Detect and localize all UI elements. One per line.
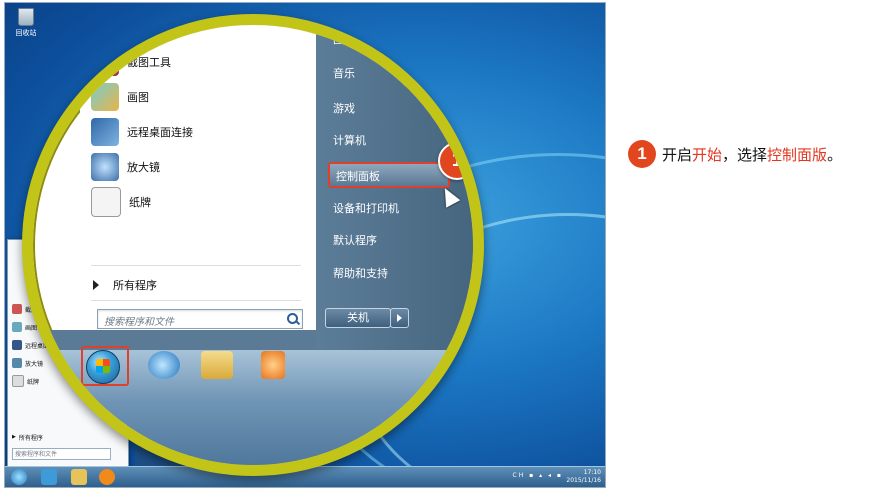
clock-date: 2015/11/16 <box>566 477 601 484</box>
remote-desktop-icon <box>91 118 119 146</box>
all-programs[interactable]: 所有程序 <box>93 277 157 293</box>
paint-icon <box>12 322 22 332</box>
ie-icon[interactable] <box>41 469 57 485</box>
instruction-part: ，选择 <box>722 145 768 164</box>
places-item-pictures[interactable]: 图片 <box>333 31 355 47</box>
arrow-right-icon <box>93 280 99 290</box>
solitaire-icon <box>12 375 24 387</box>
explorer-icon[interactable] <box>71 469 87 485</box>
places-item-games[interactable]: 游戏 <box>333 100 355 116</box>
menu-item-magnifier[interactable]: 放大镜 <box>91 152 160 182</box>
tray-icons[interactable]: CH ▪ ▴ ◂ ▪ <box>513 472 564 479</box>
all-programs-label: 所有程序 <box>113 279 157 292</box>
menu-item-label: 画图 <box>127 91 149 104</box>
places-item-control-panel[interactable]: 控制面板 <box>328 162 450 188</box>
instruction-text: 开启开始，选择控制面版。 <box>662 144 842 165</box>
places-item-default-programs[interactable]: 默认程序 <box>333 232 377 248</box>
clock-time: 17:10 <box>583 469 601 476</box>
magnifier-icon <box>12 358 22 368</box>
start-orb-icon[interactable] <box>11 469 27 485</box>
snipping-icon <box>12 304 22 314</box>
media-player-icon[interactable] <box>99 469 115 485</box>
menu-item-snipping[interactable]: 截图工具 <box>91 47 171 77</box>
places-item-help-support[interactable]: 帮助和支持 <box>333 265 388 281</box>
shutdown-options-button[interactable] <box>390 308 409 328</box>
menu-item-paint[interactable]: 画图 <box>91 82 149 112</box>
arrow-right-icon: ▶ <box>12 434 16 440</box>
places-item-devices-printers[interactable]: 设备和打印机 <box>333 200 399 216</box>
menu-item-label: 纸牌 <box>129 196 151 209</box>
clock[interactable]: 17:10 2015/11/16 <box>566 469 601 485</box>
menu-item-solitaire[interactable]: 纸牌 <box>91 187 151 217</box>
snipping-tool-icon <box>91 48 119 76</box>
solitaire-icon <box>91 187 121 217</box>
menu-divider <box>91 300 301 301</box>
search-icon[interactable] <box>287 313 298 324</box>
instruction-part: 开启 <box>662 145 693 164</box>
explorer-icon[interactable] <box>201 351 233 379</box>
menu-item-remote-desktop[interactable]: 远程桌面连接 <box>91 117 193 147</box>
places-item-music[interactable]: 音乐 <box>333 65 355 81</box>
remote-desktop-icon <box>12 340 22 350</box>
search-placeholder: 搜索程序和文件 <box>104 317 174 328</box>
instruction-highlight-control-panel: 控制面版 <box>767 145 828 164</box>
instruction-part: 。 <box>827 145 843 164</box>
menu-item-label: 截图工具 <box>127 56 171 69</box>
step-badge: 1 <box>438 142 473 180</box>
magnifier-icon <box>91 153 119 181</box>
paint-icon <box>91 83 119 111</box>
ie-icon[interactable] <box>148 351 180 379</box>
step-number-badge: 1 <box>628 140 656 168</box>
places-item-computer[interactable]: 计算机 <box>333 132 366 148</box>
media-player-icon[interactable] <box>261 351 285 379</box>
instruction-highlight-start: 开始 <box>692 145 723 164</box>
menu-item-label: 远程桌面连接 <box>127 126 193 139</box>
start-menu-glass-bottom <box>33 330 316 350</box>
shutdown-button[interactable]: 关机 <box>325 308 391 328</box>
magnifier-lens: 截图工具 画图 远程桌面连接 放大镜 纸牌 所有程序 搜索程序和文件 图片 音乐… <box>22 14 484 476</box>
recycle-bin-icon <box>18 8 34 26</box>
search-input[interactable]: 搜索程序和文件 <box>97 309 303 329</box>
menu-item-label: 放大镜 <box>127 161 160 174</box>
language-indicator[interactable]: CH <box>513 472 526 479</box>
menu-divider <box>91 265 301 266</box>
instruction: 1 开启开始，选择控制面版。 <box>628 140 842 168</box>
start-orb-icon[interactable] <box>86 350 120 384</box>
